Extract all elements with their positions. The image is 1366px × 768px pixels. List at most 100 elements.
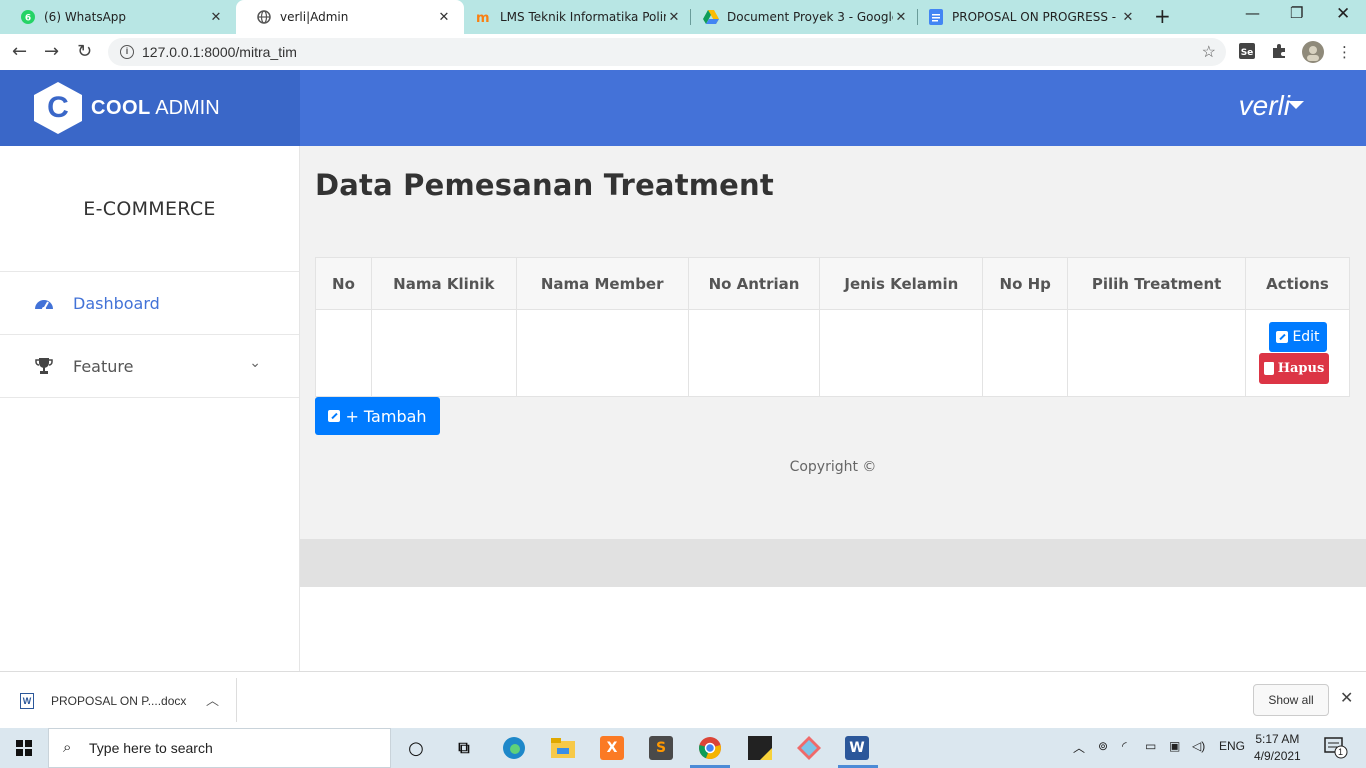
edit-label: Edit xyxy=(1292,329,1320,345)
sidebar-item-label: Feature xyxy=(73,356,134,376)
windows-start-icon[interactable] xyxy=(16,740,32,756)
sidebar: E-COMMERCE Dashboard Feature ⌄ xyxy=(0,146,300,671)
meet-now-icon[interactable]: ⊚ xyxy=(1098,739,1108,753)
chrome-icon[interactable] xyxy=(698,736,722,760)
table-cell xyxy=(1067,309,1247,397)
svg-text:m: m xyxy=(476,11,490,24)
bookmark-star-icon[interactable]: ☆ xyxy=(1202,42,1216,62)
git-icon[interactable] xyxy=(797,736,821,760)
chevron-up-tray-icon[interactable]: ︿ xyxy=(1073,739,1085,756)
tab-google-drive[interactable]: Document Proyek 3 - Google Drive ✕ xyxy=(691,0,917,34)
tab-label: LMS Teknik Informatika Polindra xyxy=(500,10,666,24)
tab-label: Document Proyek 3 - Google Drive xyxy=(727,10,893,24)
moodle-icon: m xyxy=(476,9,492,25)
edit-button[interactable]: Edit xyxy=(1269,322,1327,352)
sidebar-item-dashboard[interactable]: Dashboard xyxy=(0,272,299,335)
sublime-text-icon[interactable]: S xyxy=(649,736,673,760)
add-button[interactable]: + Tambah xyxy=(315,397,440,435)
site-info-icon[interactable]: i xyxy=(120,45,134,59)
google-docs-icon xyxy=(928,9,944,25)
tab-label: verli|Admin xyxy=(280,10,349,24)
download-shelf: W PROPOSAL ON P....docx ︿ Show all ✕ xyxy=(0,671,1366,728)
taskbar-search-box[interactable]: ⌕ Type here to search xyxy=(48,728,391,768)
forward-icon[interactable]: → xyxy=(44,41,59,62)
edge-browser-icon[interactable] xyxy=(502,736,526,760)
tab-google-docs[interactable]: PROPOSAL ON PROGRESS - Google Docs ✕ xyxy=(918,0,1144,34)
display-icon[interactable]: ▣ xyxy=(1169,739,1180,753)
reload-icon[interactable]: ↻ xyxy=(77,41,92,62)
profile-avatar[interactable] xyxy=(1302,41,1324,67)
new-tab-button[interactable]: + xyxy=(1154,6,1171,26)
url-text: 127.0.0.1:8000/mitra_tim xyxy=(142,44,297,60)
sidebar-item-feature[interactable]: Feature ⌄ xyxy=(0,335,299,398)
dashboard-gauge-icon xyxy=(34,295,54,311)
tab-admin[interactable]: verli|Admin ✕ xyxy=(236,0,464,34)
brand-logo[interactable]: C COOL ADMIN xyxy=(0,70,300,146)
tab-whatsapp[interactable]: 6 (6) WhatsApp ✕ xyxy=(0,0,236,34)
column-header: Actions xyxy=(1245,257,1350,310)
file-explorer-icon[interactable] xyxy=(551,736,575,760)
close-tab-icon[interactable]: ✕ xyxy=(208,10,224,25)
restore-icon[interactable]: ❐ xyxy=(1290,4,1303,22)
show-all-button[interactable]: Show all xyxy=(1253,684,1329,716)
back-icon[interactable]: ← xyxy=(12,41,27,62)
tab-label: (6) WhatsApp xyxy=(44,10,127,24)
cortana-circle-icon[interactable]: ○ xyxy=(404,736,428,760)
close-tab-icon[interactable]: ✕ xyxy=(436,10,452,25)
system-clock[interactable]: 5:17 AM 4/9/2021 xyxy=(1254,731,1301,765)
column-header: No Hp xyxy=(982,257,1069,310)
notification-count: 1 xyxy=(1338,747,1344,757)
xampp-icon[interactable]: X xyxy=(600,736,624,760)
notification-center-icon[interactable] xyxy=(1324,737,1348,762)
brand-name: COOL ADMIN xyxy=(91,97,220,120)
sidebar-title: E-COMMERCE xyxy=(0,146,299,272)
column-header: Jenis Kelamin xyxy=(819,257,984,310)
column-header: No xyxy=(315,257,372,310)
task-view-icon[interactable]: ⧉ xyxy=(452,736,476,760)
table-cell xyxy=(687,309,821,397)
sidebar-item-label: Dashboard xyxy=(73,293,160,313)
download-item[interactable]: W PROPOSAL ON P....docx xyxy=(20,693,186,709)
column-header: Nama Member xyxy=(515,257,689,310)
browser-menu-icon[interactable]: ⋮ xyxy=(1337,43,1352,61)
edit-pencil-icon xyxy=(1276,331,1289,343)
close-tab-icon[interactable]: ✕ xyxy=(1120,10,1136,25)
google-drive-icon xyxy=(703,9,719,25)
table-header-row: No Nama Klinik Nama Member No Antrian Je… xyxy=(315,257,1350,310)
sticky-notes-icon[interactable] xyxy=(748,736,772,760)
trash-icon xyxy=(1263,362,1274,375)
delete-button[interactable]: Hapus xyxy=(1259,353,1329,384)
tab-label: PROPOSAL ON PROGRESS - Google Docs xyxy=(952,10,1120,24)
table-cell xyxy=(370,309,517,397)
user-menu-caret-icon[interactable] xyxy=(1288,101,1304,109)
tab-lms[interactable]: m LMS Teknik Informatika Polindra ✕ xyxy=(464,0,690,34)
close-tab-icon[interactable]: ✕ xyxy=(666,10,682,25)
user-menu-name[interactable]: verli xyxy=(1239,90,1290,122)
download-separator xyxy=(236,678,237,722)
table-cell xyxy=(982,309,1069,397)
volume-icon[interactable]: ◁) xyxy=(1192,739,1205,753)
column-header: Nama Klinik xyxy=(370,257,517,310)
close-tab-icon[interactable]: ✕ xyxy=(893,10,909,25)
language-indicator[interactable]: ENG xyxy=(1219,739,1245,753)
search-icon: ⌕ xyxy=(63,739,72,756)
svg-text:Se: Se xyxy=(1241,48,1254,58)
top-header-bar xyxy=(300,70,1366,146)
browser-tab-strip: 6 (6) WhatsApp ✕ verli|Admin ✕ m LMS Tek… xyxy=(0,0,1366,34)
close-shelf-icon[interactable]: ✕ xyxy=(1340,688,1353,707)
battery-icon[interactable]: ▭ xyxy=(1145,739,1156,753)
whatsapp-icon: 6 xyxy=(20,9,36,25)
minimize-icon[interactable]: — xyxy=(1245,4,1260,22)
main-content: Data Pemesanan Treatment No Nama Klinik … xyxy=(300,146,1366,539)
address-bar[interactable]: i 127.0.0.1:8000/mitra_tim ☆ xyxy=(108,38,1226,66)
close-window-icon[interactable]: ✕ xyxy=(1336,4,1350,24)
extensions-puzzle-icon[interactable] xyxy=(1271,43,1287,63)
chevron-up-icon[interactable]: ︿ xyxy=(206,690,219,709)
chevron-down-icon: ⌄ xyxy=(249,355,261,371)
logo-hexagon-icon: C xyxy=(34,82,82,134)
selenium-extension-icon[interactable]: Se xyxy=(1239,43,1255,63)
word-app-icon[interactable]: W xyxy=(845,736,869,760)
wifi-icon[interactable]: ◜ xyxy=(1122,739,1127,753)
footer-bar xyxy=(300,539,1366,587)
delete-label: Hapus xyxy=(1277,361,1325,376)
